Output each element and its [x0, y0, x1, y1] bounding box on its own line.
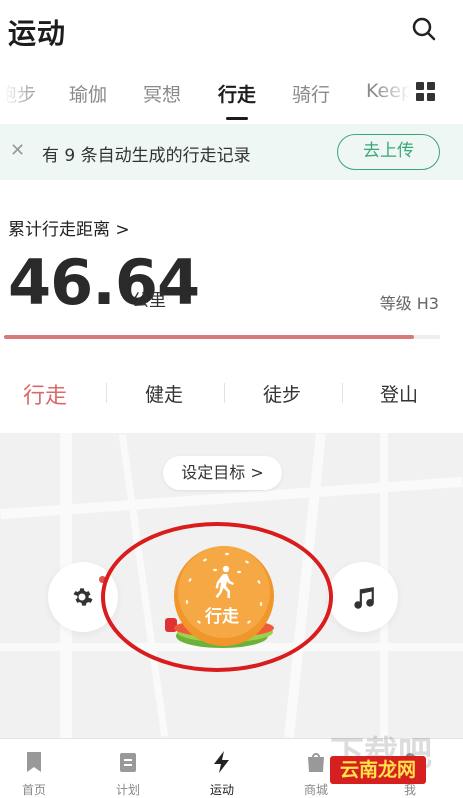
bookmark-icon	[27, 752, 41, 772]
total-distance-value: 46.64	[8, 246, 200, 319]
level-progress-bar	[4, 335, 440, 339]
mode-walk[interactable]: 行走	[23, 378, 67, 410]
nav-home-label: 首页	[21, 783, 46, 797]
tabs-fade-right	[375, 70, 415, 118]
set-goal-button[interactable]: 设定目标 >	[163, 456, 282, 490]
mode-divider	[106, 383, 107, 403]
music-button[interactable]	[328, 562, 398, 632]
nav-home[interactable]: 首页	[0, 739, 80, 798]
lightning-icon	[214, 751, 229, 773]
tab-cycling[interactable]: 骑行	[292, 80, 330, 107]
start-walking-button[interactable]	[165, 540, 283, 658]
nav-sport-label: 运动	[209, 783, 234, 797]
mode-brisk-walk[interactable]: 健走	[145, 380, 183, 407]
nav-sport[interactable]: 运动	[176, 739, 268, 798]
level-label: 等级 H3	[379, 294, 439, 313]
sport-tabs: 跑步 瑜伽 冥想 行走 骑行 Keep	[0, 70, 463, 120]
tab-meditation[interactable]: 冥想	[143, 80, 181, 107]
gear-icon	[73, 588, 93, 606]
nav-plan-label: 计划	[115, 783, 140, 797]
grid-icon[interactable]	[416, 82, 436, 102]
music-note-icon	[354, 587, 374, 609]
shopping-bag-icon	[308, 753, 324, 772]
auto-record-banner: ✕ 有 9 条自动生成的行走记录 去上传	[0, 124, 463, 180]
upload-button[interactable]: 去上传	[337, 134, 440, 170]
start-button-label: 行走	[205, 607, 239, 627]
active-tab-indicator	[226, 117, 248, 120]
tabs-fade-left	[0, 70, 40, 118]
mode-mountain-climbing[interactable]: 登山	[380, 380, 418, 407]
tab-walking[interactable]: 行走	[218, 80, 256, 107]
page-title: 运动	[8, 17, 67, 50]
stats-panel: 累计行走距离 > 46.64 公里 等级 H3 行走 健走 徒步 登山	[0, 180, 463, 430]
watermark-logo: 云南龙网	[330, 756, 426, 784]
mode-divider	[342, 383, 343, 403]
nav-plan[interactable]: 计划	[82, 739, 174, 798]
clipboard-icon	[120, 753, 136, 772]
close-icon[interactable]: ✕	[10, 140, 25, 161]
distance-unit: 公里	[132, 291, 166, 311]
mode-divider	[224, 383, 225, 403]
tab-yoga[interactable]: 瑜伽	[69, 80, 107, 107]
search-icon[interactable]	[411, 16, 437, 42]
banner-message: 有 9 条自动生成的行走记录	[42, 146, 251, 166]
app-header: 运动	[0, 0, 463, 62]
cumulative-distance-link[interactable]: 累计行走距离 >	[8, 215, 130, 240]
level-progress-fill	[4, 335, 414, 339]
mode-hiking[interactable]: 徒步	[263, 380, 301, 407]
